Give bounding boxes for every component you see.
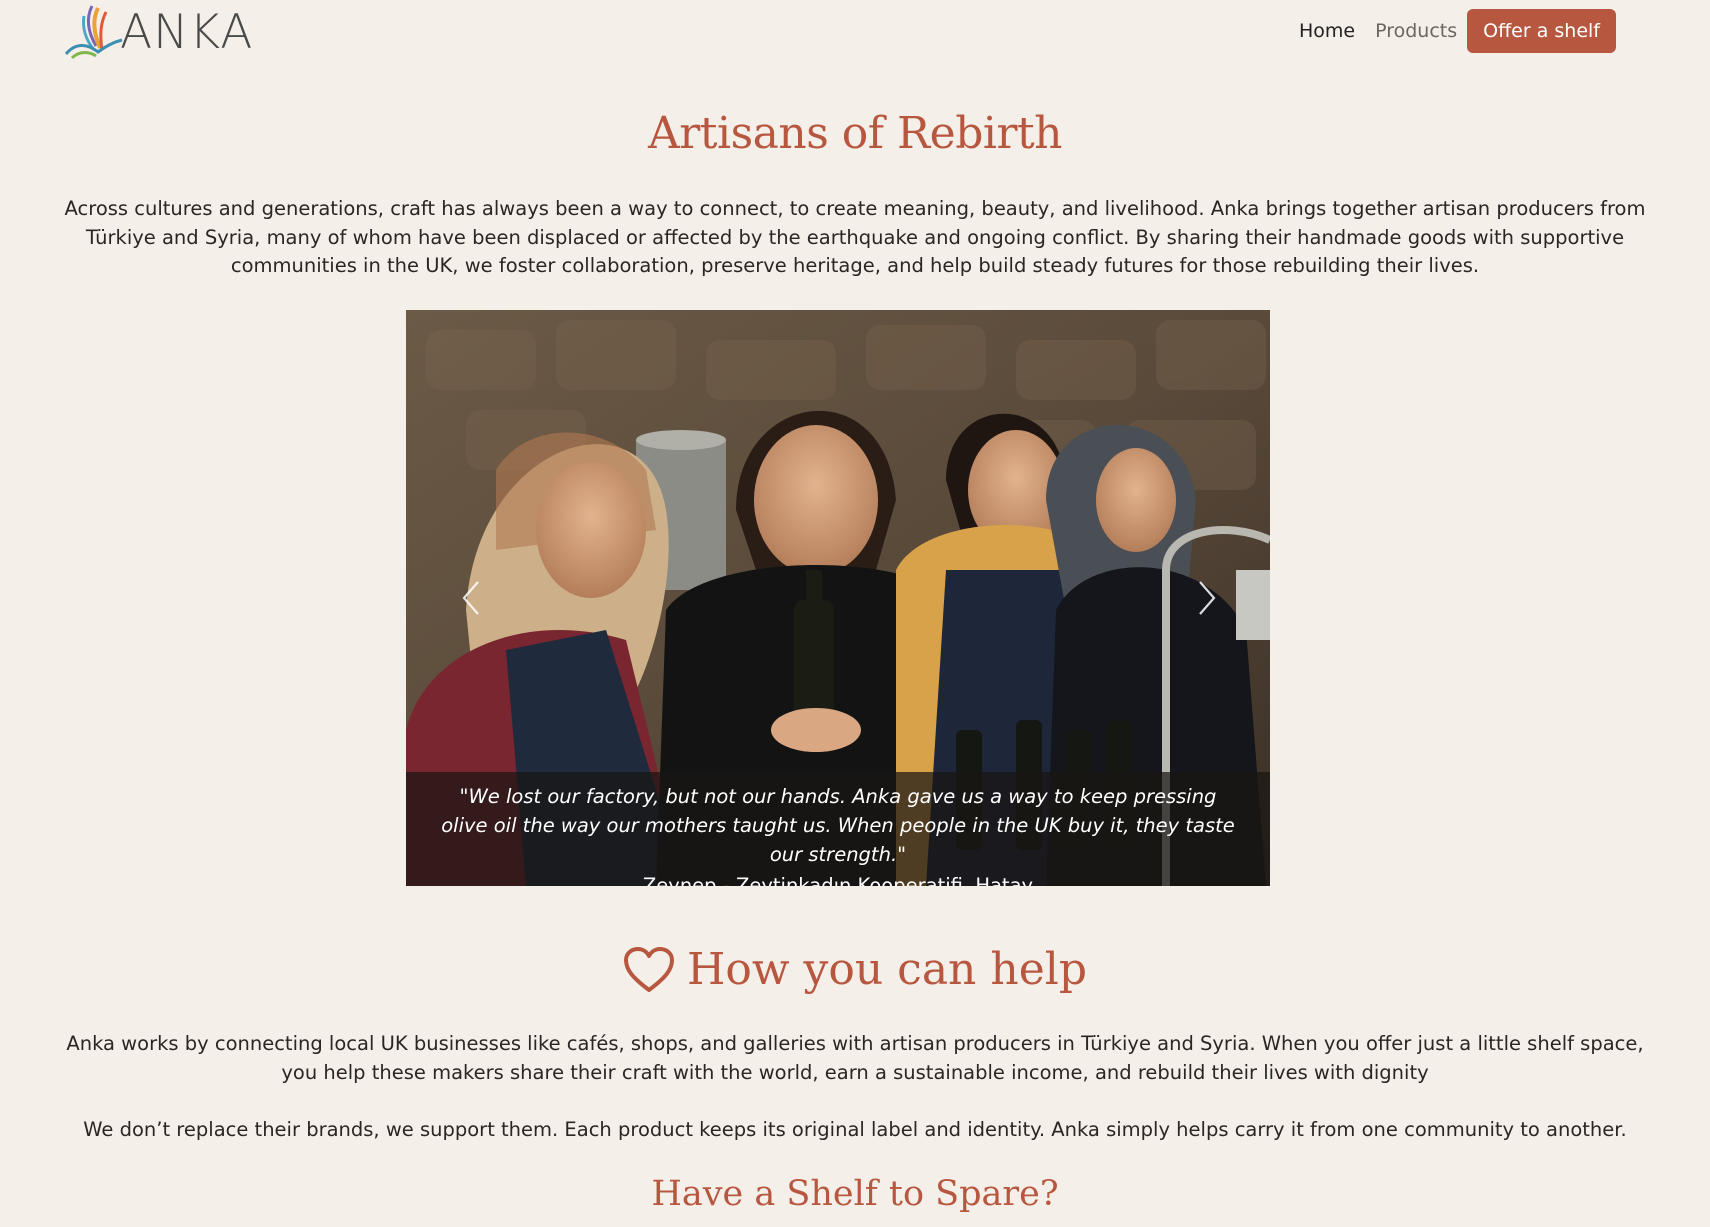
intro-text: Across cultures and generations, craft h… — [64, 197, 1646, 277]
chevron-right-icon — [1199, 581, 1216, 615]
help-text-2: We don’t replace their brands, we suppor… — [83, 1118, 1627, 1141]
heart-icon — [624, 946, 674, 992]
phoenix-logo-icon — [64, 5, 123, 60]
testimonial-quote: "We lost our factory, but not our hands.… — [441, 785, 1235, 866]
carousel-prev-button[interactable] — [452, 570, 492, 626]
shelf-title: Have a Shelf to Spare? — [651, 1174, 1059, 1214]
offer-shelf-button[interactable]: Offer a shelf — [1467, 9, 1616, 53]
carousel-next-button[interactable] — [1186, 570, 1226, 626]
site-header: ANKA Home Products Offer a shelf — [0, 0, 1710, 66]
logo[interactable]: ANKA — [62, 2, 253, 62]
carousel-caption: "We lost our factory, but not our hands.… — [406, 772, 1270, 886]
help-heading: How you can help — [0, 944, 1710, 995]
logo-text: ANKA — [120, 4, 254, 60]
help-text-1: Anka works by connecting local UK busine… — [66, 1032, 1644, 1084]
help-title: How you can help — [687, 944, 1087, 995]
main-nav: Home Products Offer a shelf — [1289, 9, 1616, 53]
chevron-left-icon — [462, 581, 479, 615]
nav-home-link[interactable]: Home — [1289, 20, 1365, 42]
testimonial-carousel[interactable]: "We lost our factory, but not our hands.… — [406, 310, 1270, 886]
testimonial-author: Zeynep - Zeytinkadın Kooperatifi, Hatay — [642, 874, 1034, 886]
page-title: Artisans of Rebirth — [648, 108, 1063, 159]
nav-products-link[interactable]: Products — [1365, 20, 1467, 42]
